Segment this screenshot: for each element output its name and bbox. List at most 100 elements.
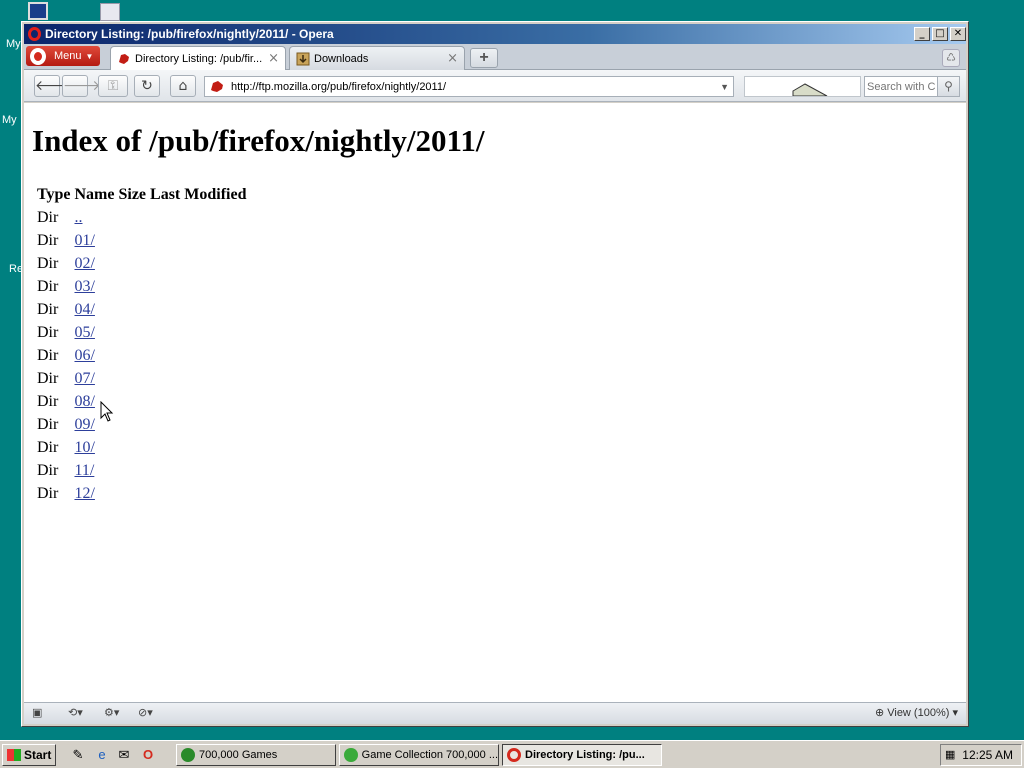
address-field[interactable]: http://ftp.mozilla.org/pub/firefox/night…	[204, 76, 734, 97]
search-icon[interactable]: ⚲	[937, 77, 959, 96]
zoom-icon: ⊕	[874, 707, 885, 719]
directory-link[interactable]: ..	[74, 209, 82, 226]
tab-label: Directory Listing: /pub/fir...	[135, 52, 263, 65]
search-input[interactable]	[865, 80, 937, 93]
directory-link[interactable]: 04/	[74, 301, 94, 318]
trash-icon[interactable]: ♺	[942, 49, 960, 67]
zoom-label: View (100%)	[887, 707, 950, 719]
minimize-button[interactable]: _	[914, 27, 930, 41]
type-cell: Dir	[37, 208, 59, 226]
type-cell: Dir	[37, 277, 59, 295]
task-label: 700,000 Games	[199, 749, 278, 761]
home-button[interactable]: ⌂	[170, 75, 196, 97]
title-bar[interactable]: Directory Listing: /pub/firefox/nightly/…	[24, 24, 966, 44]
start-button[interactable]: Start	[2, 744, 56, 766]
column-header: Type	[37, 185, 71, 203]
unite-icon[interactable]: ⊘▾	[138, 706, 153, 722]
tray-app-icon[interactable]: ▦	[945, 748, 959, 762]
chevron-down-icon: ▼	[85, 51, 94, 61]
chevron-down-icon[interactable]: ▼	[720, 82, 729, 92]
task-game-collection[interactable]: Game Collection 700,000 ...	[339, 744, 499, 766]
new-tab-button[interactable]: +	[470, 48, 498, 68]
directory-link[interactable]: 02/	[74, 255, 94, 272]
close-tab-icon[interactable]: ×	[447, 51, 458, 66]
back-button[interactable]: 🡐	[34, 75, 73, 97]
desktop-label-my-computer[interactable]: My	[2, 114, 17, 126]
system-tray: ▦ 12:25 AM	[940, 744, 1022, 766]
type-cell: Dir	[37, 346, 59, 364]
directory-link[interactable]: 03/	[74, 278, 94, 295]
windows-logo-icon	[7, 749, 21, 761]
zoom-control[interactable]: ⊕ View (100%) ▾	[875, 706, 958, 719]
type-cell: Dir	[37, 415, 59, 433]
directory-link[interactable]: 08/	[74, 393, 94, 410]
opera-logo-icon	[28, 27, 41, 41]
reload-button[interactable]: ↻	[134, 75, 160, 97]
page-content: Index of /pub/firefox/nightly/2011/ Type…	[24, 103, 966, 702]
menu-label: Menu	[54, 50, 82, 62]
type-cell: Dir	[37, 323, 59, 341]
directory-link[interactable]: 06/	[74, 347, 94, 364]
outlook-express-icon[interactable]: ✉	[116, 747, 132, 763]
type-cell: Dir	[37, 300, 59, 318]
table-row: Dir 05/	[36, 321, 247, 344]
directory-link[interactable]: 07/	[74, 370, 94, 387]
table-row: Dir 02/	[36, 252, 247, 275]
chevron-down-icon: ▾	[952, 707, 958, 719]
table-row: Dir 03/	[36, 275, 247, 298]
table-row: Dir 08/	[36, 390, 247, 413]
tab-bar: Menu ▼ Directory Listing: /pub/fir... × …	[24, 44, 966, 70]
mozilla-favicon-icon	[211, 80, 223, 92]
table-header-row: Type Name Size Last Modified	[36, 183, 247, 206]
opera-menu-button[interactable]: Menu ▼	[26, 46, 100, 66]
directory-link[interactable]: 09/	[74, 416, 94, 433]
column-header: Last Modified	[150, 185, 247, 203]
page-preview	[744, 76, 861, 97]
task-opera-directory-listing[interactable]: Directory Listing: /pu...	[502, 744, 662, 766]
tab-label: Downloads	[314, 52, 369, 65]
forward-button[interactable]: 🡒	[62, 75, 101, 97]
table-row: Dir 12/	[36, 482, 247, 505]
maximize-button[interactable]: □	[932, 27, 948, 41]
turbo-icon[interactable]: ⚙▾	[104, 706, 119, 722]
show-desktop-icon[interactable]: ✎	[70, 747, 86, 763]
close-button[interactable]: ✕	[950, 27, 966, 41]
task-label: Game Collection 700,000 ...	[361, 749, 498, 761]
reload-icon: ↻	[141, 78, 153, 94]
desktop-computer-icon[interactable]	[28, 2, 48, 20]
opera-icon[interactable]: O	[140, 747, 156, 763]
directory-link[interactable]: 12/	[74, 485, 94, 502]
taskbar: Start ✎ e ✉ O 700,000 Games Game Collect…	[0, 740, 1024, 768]
table-row: Dir 07/	[36, 367, 247, 390]
desktop-network-icon[interactable]	[100, 3, 120, 21]
internet-explorer-icon[interactable]: e	[94, 747, 110, 763]
browser-window: Directory Listing: /pub/firefox/nightly/…	[21, 21, 969, 727]
panel-toggle-icon[interactable]: ▣	[32, 706, 42, 722]
task-700000-games[interactable]: 700,000 Games	[176, 744, 336, 766]
table-row: Dir 11/	[36, 459, 247, 482]
directory-link[interactable]: 01/	[74, 232, 94, 249]
directory-table: Type Name Size Last Modified Dir.. Dir 01…	[34, 183, 249, 505]
tab-directory-listing[interactable]: Directory Listing: /pub/fir... ×	[110, 46, 286, 70]
table-row: Dir 09/	[36, 413, 247, 436]
desktop-label-my-documents[interactable]: My	[6, 38, 21, 50]
directory-link[interactable]: 10/	[74, 439, 94, 456]
type-cell: Dir	[37, 392, 59, 410]
arrow-right-icon: 🡒	[63, 78, 101, 94]
wand-button[interactable]: ⚿	[98, 75, 128, 97]
tab-downloads[interactable]: Downloads ×	[289, 46, 465, 70]
home-icon: ⌂	[178, 78, 188, 94]
table-row: Dir 06/	[36, 344, 247, 367]
directory-link[interactable]: 05/	[74, 324, 94, 341]
type-cell: Dir	[37, 369, 59, 387]
table-row: Dir 10/	[36, 436, 247, 459]
table-row: Dir..	[36, 206, 247, 229]
column-header: Name	[74, 185, 115, 203]
sync-icon[interactable]: ⟲▾	[68, 706, 83, 722]
close-tab-icon[interactable]: ×	[268, 51, 279, 66]
type-cell: Dir	[37, 231, 59, 249]
directory-link[interactable]: 11/	[74, 462, 94, 479]
search-box[interactable]: ⚲	[864, 76, 960, 97]
opera-logo-icon	[30, 47, 46, 65]
table-row: Dir 01/	[36, 229, 247, 252]
